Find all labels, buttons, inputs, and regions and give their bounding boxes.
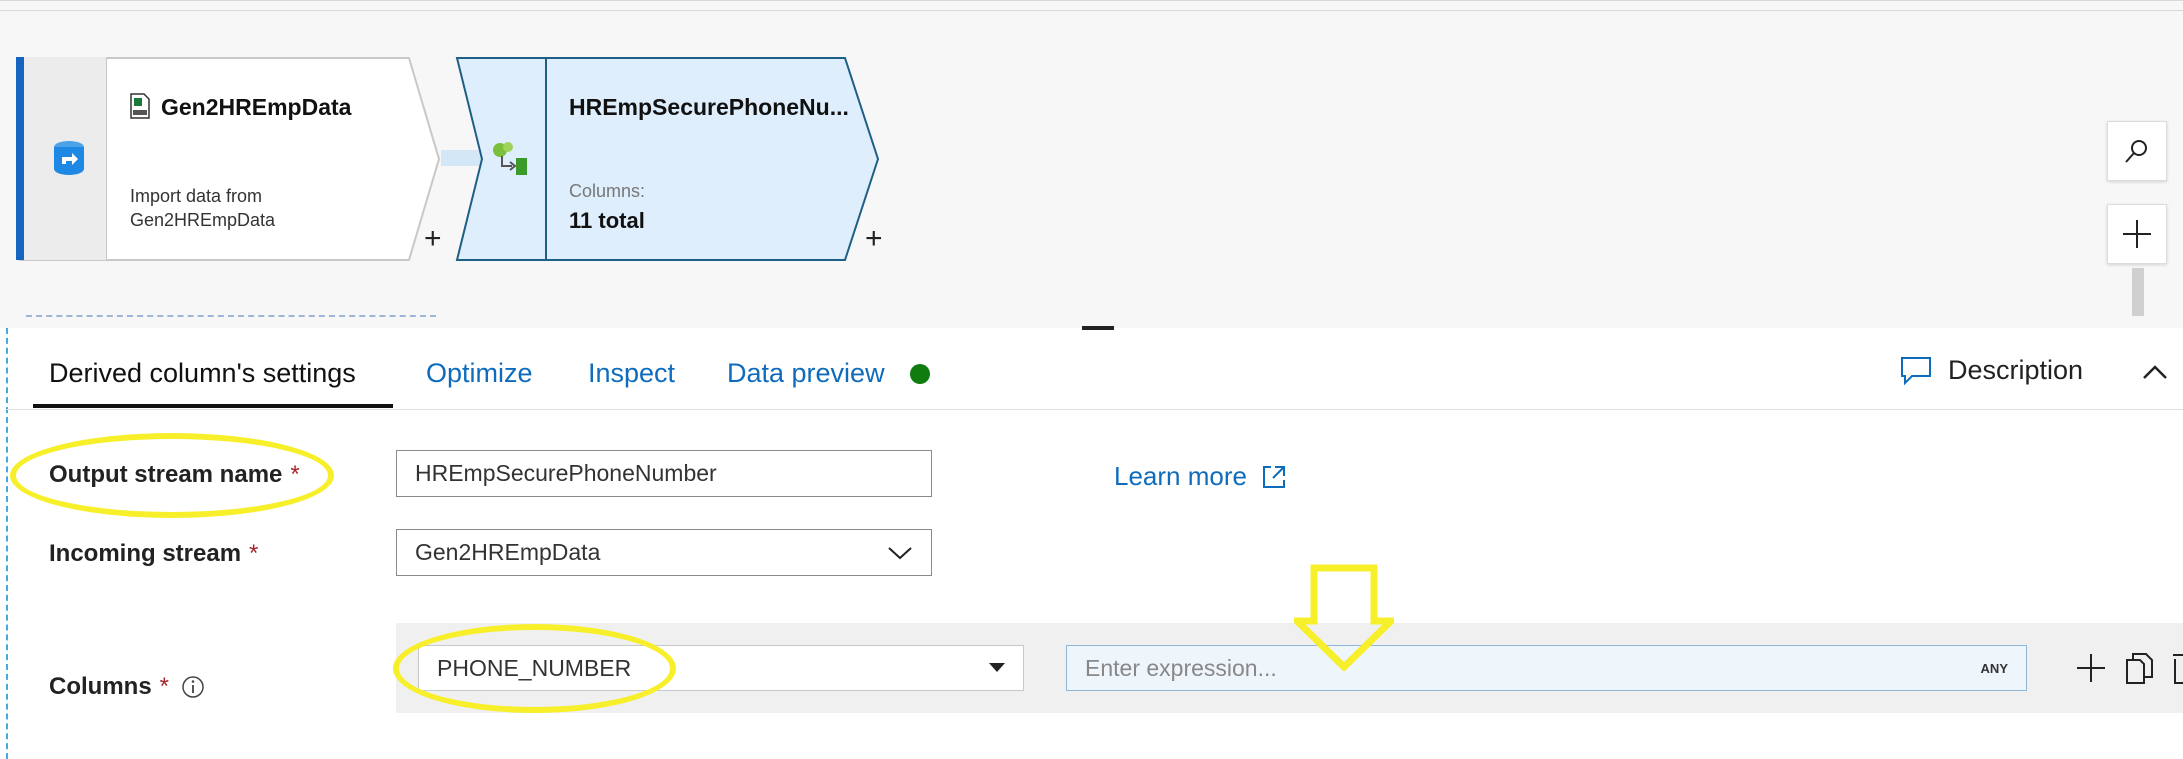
info-icon[interactable]: [181, 675, 205, 699]
tab-optimize[interactable]: Optimize: [426, 358, 533, 389]
derived-node-columns-value: 11 total: [569, 208, 645, 233]
tab-data-preview[interactable]: Data preview: [727, 358, 885, 389]
highlight-output-stream-ellipse: [10, 433, 334, 518]
collapse-panel-icon[interactable]: [2141, 362, 2169, 382]
source-node-description-line1: Import data from: [130, 186, 263, 206]
source-node-title[interactable]: Gen2HREmpData: [161, 94, 351, 121]
source-node-description-line2: Gen2HREmpData: [130, 210, 276, 230]
canvas-top-divider: [0, 10, 2183, 11]
required-marker: *: [249, 540, 259, 567]
expression-placeholder: Enter expression...: [1085, 654, 1277, 681]
zoom-in-button[interactable]: [2107, 204, 2167, 264]
caret-down-icon: [989, 663, 1005, 672]
tab-inspect[interactable]: Inspect: [588, 358, 675, 389]
learn-more-text: Learn more: [1114, 461, 1247, 491]
description-button[interactable]: Description: [1900, 355, 2083, 386]
learn-more-link[interactable]: Learn more: [1114, 461, 1287, 492]
source-node-description: Import data from Gen2HREmpData: [130, 184, 275, 232]
columns-label: Columns *: [49, 673, 205, 701]
add-transform-after-source-button[interactable]: +: [424, 224, 442, 254]
active-tab-underline: [33, 404, 393, 408]
panel-focus-outline: [6, 328, 8, 759]
canvas-selection-outline: [26, 315, 436, 317]
panel-resize-handle[interactable]: [1082, 326, 1114, 330]
delete-column-icon[interactable]: [2170, 651, 2183, 685]
highlight-column-name-ellipse: [393, 624, 676, 713]
add-transform-after-derived-button[interactable]: +: [865, 224, 883, 254]
clone-column-icon[interactable]: [2124, 651, 2156, 685]
chevron-down-icon: [888, 546, 912, 559]
derived-node-title[interactable]: HREmpSecurePhoneNu...: [569, 94, 849, 121]
search-icon: [2125, 140, 2147, 163]
tab-derived-column-settings[interactable]: Derived column's settings: [49, 358, 356, 389]
zoom-search-button[interactable]: [2107, 121, 2167, 181]
data-preview-status-dot: [910, 364, 930, 384]
arrow-down-icon: [1294, 564, 1394, 671]
columns-label-text: Columns: [49, 673, 152, 700]
incoming-stream-label: Incoming stream *: [49, 540, 258, 568]
external-link-icon: [1262, 465, 1285, 488]
output-stream-name-input[interactable]: HREmpSecurePhoneNumber: [396, 450, 932, 497]
derived-node-columns-label: Columns:: [569, 181, 646, 201]
incoming-stream-label-text: Incoming stream: [49, 540, 242, 567]
incoming-stream-select[interactable]: Gen2HREmpData: [396, 529, 932, 576]
canvas-zoom-slider[interactable]: [2132, 268, 2144, 316]
csv-file-icon: [130, 93, 150, 119]
description-label: Description: [1948, 355, 2084, 385]
add-column-icon[interactable]: [2075, 652, 2107, 684]
incoming-stream-value: Gen2HREmpData: [415, 539, 601, 565]
expression-input[interactable]: Enter expression... ANY: [1066, 645, 2027, 691]
required-marker: *: [159, 673, 170, 700]
comment-icon: [1901, 356, 1931, 385]
derived-column-icon: [493, 142, 527, 175]
tabs-divider: [6, 409, 2183, 410]
database-source-icon: [54, 141, 84, 175]
plus-icon: [2123, 220, 2151, 248]
expression-type-badge: ANY: [1980, 660, 2008, 676]
source-node-stripe: [16, 57, 24, 260]
